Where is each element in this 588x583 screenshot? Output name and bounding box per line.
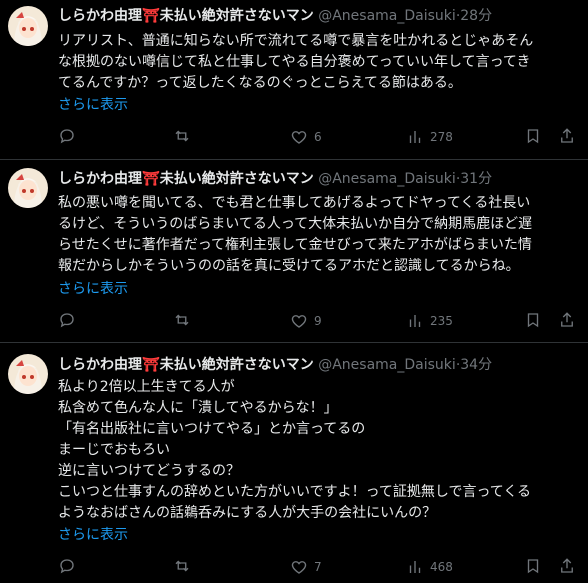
heart-icon bbox=[291, 315, 307, 328]
tweet[interactable]: しらかわ由理⛩未払い絶対許さないマン @Anesama_Daisuki·34分 … bbox=[0, 343, 588, 583]
bookmark-button[interactable] bbox=[524, 311, 542, 329]
tweet-text-line: 私含めて色んな人に「潰してやるからな！」 bbox=[58, 400, 338, 416]
view-count: 278 bbox=[430, 130, 453, 144]
view-count: 468 bbox=[430, 560, 453, 574]
reply-button[interactable] bbox=[58, 127, 82, 145]
share-button[interactable] bbox=[558, 311, 576, 329]
tweet-text-line: な根拠のない噂信じて私と仕事してやる自分褒めてっていい年して言ってき bbox=[58, 54, 531, 70]
heart-icon bbox=[291, 561, 307, 574]
reply-icon bbox=[60, 559, 74, 574]
avatar[interactable] bbox=[8, 6, 48, 46]
tweet-header: しらかわ由理⛩未払い絶対許さないマン @Anesama_Daisuki·28分 bbox=[58, 6, 492, 26]
tweet-header: しらかわ由理⛩未払い絶対許さないマン @Anesama_Daisuki·34分 bbox=[58, 355, 492, 375]
heart-icon bbox=[291, 131, 307, 144]
tweet-text-line: 「有名出版社に言いつけてやる」とか言ってるの bbox=[58, 421, 366, 437]
action-bar: 7 468 bbox=[58, 557, 578, 577]
like-count: 6 bbox=[314, 130, 322, 144]
tweet-text-line: まーじでおもろい bbox=[58, 442, 170, 458]
tweet-text: リアリスト、普通に知らない所で流れてる噂で暴言を吐かれるとじゃあそん な根拠のな… bbox=[58, 31, 578, 94]
tweet-text-line: 私より2倍以上生きてる人が bbox=[58, 379, 235, 395]
avatar[interactable] bbox=[8, 354, 48, 394]
display-name[interactable]: しらかわ由理 bbox=[58, 357, 142, 373]
torii-emoji-icon: ⛩ bbox=[142, 171, 160, 187]
like-count: 7 bbox=[314, 560, 322, 574]
tweet-text: 私より2倍以上生きてる人が 私含めて色んな人に「潰してやるからな！」 「有名出版… bbox=[58, 377, 578, 524]
tweet-text-line: こいつと仕事すんの辞めといた方がいいですよ！って証拠無しで言ってくる bbox=[58, 484, 532, 500]
timeline-feed: しらかわ由理⛩未払い絶対許さないマン @Anesama_Daisuki·28分 … bbox=[0, 0, 588, 583]
retweet-icon bbox=[175, 560, 189, 572]
show-more-link[interactable]: さらに表示 bbox=[58, 525, 128, 545]
analytics-icon bbox=[409, 131, 421, 143]
share-icon bbox=[561, 312, 573, 327]
bookmark-button[interactable] bbox=[524, 127, 542, 145]
handle[interactable]: @Anesama_Daisuki bbox=[318, 357, 456, 373]
tweet-header: しらかわ由理⛩未払い絶対許さないマン @Anesama_Daisuki·31分 bbox=[58, 169, 492, 189]
tweet-text-line: 逆に言いつけてどうするの？ bbox=[58, 463, 240, 479]
views-button[interactable]: 278 bbox=[406, 127, 453, 147]
show-more-link[interactable]: さらに表示 bbox=[58, 95, 128, 115]
retweet-button[interactable] bbox=[173, 311, 197, 329]
reply-icon bbox=[60, 313, 74, 328]
share-button[interactable] bbox=[558, 127, 576, 145]
retweet-button[interactable] bbox=[173, 557, 197, 575]
tweet-text: 私の悪い噂を聞いてる、でも君と仕事してあげるよってドヤってくる社長い るけど、そ… bbox=[58, 193, 578, 277]
reply-icon bbox=[60, 129, 74, 144]
views-button[interactable]: 235 bbox=[406, 311, 453, 331]
avatar-illustration-icon bbox=[8, 6, 48, 46]
bookmark-icon bbox=[527, 129, 539, 144]
retweet-icon bbox=[175, 314, 189, 326]
display-name-suffix[interactable]: 未払い絶対許さないマン bbox=[160, 171, 314, 187]
views-button[interactable]: 468 bbox=[406, 557, 453, 577]
analytics-icon bbox=[409, 561, 421, 573]
tweet[interactable]: しらかわ由理⛩未払い絶対許さないマン @Anesama_Daisuki·28分 … bbox=[0, 0, 588, 160]
tweet-text-line: リアリスト、普通に知らない所で流れてる噂で暴言を吐かれるとじゃあそん bbox=[58, 33, 534, 49]
like-button[interactable]: 7 bbox=[290, 557, 322, 577]
tweet-text-line: るけど、そういうのばらまいてる人って大体未払いか自分で納期馬鹿ほど遅 bbox=[58, 216, 533, 232]
torii-emoji-icon: ⛩ bbox=[142, 8, 160, 24]
tweet[interactable]: しらかわ由理⛩未払い絶対許さないマン @Anesama_Daisuki·31分 … bbox=[0, 160, 588, 343]
display-name-suffix[interactable]: 未払い絶対許さないマン bbox=[160, 357, 314, 373]
share-button[interactable] bbox=[558, 557, 576, 575]
timestamp[interactable]: 28分 bbox=[460, 8, 492, 24]
display-name-suffix[interactable]: 未払い絶対許さないマン bbox=[160, 8, 314, 24]
action-bar: 6 278 bbox=[58, 127, 578, 147]
reply-button[interactable] bbox=[58, 311, 82, 329]
show-more-link[interactable]: さらに表示 bbox=[58, 279, 128, 299]
tweet-text-line: 私の悪い噂を聞いてる、でも君と仕事してあげるよってドヤってくる社長い bbox=[58, 195, 531, 211]
handle[interactable]: @Anesama_Daisuki bbox=[318, 171, 456, 187]
timestamp[interactable]: 34分 bbox=[460, 357, 492, 373]
display-name[interactable]: しらかわ由理 bbox=[58, 171, 142, 187]
torii-emoji-icon: ⛩ bbox=[142, 357, 160, 373]
avatar-illustration-icon bbox=[8, 168, 48, 208]
retweet-icon bbox=[175, 130, 189, 142]
display-name[interactable]: しらかわ由理 bbox=[58, 8, 142, 24]
view-count: 235 bbox=[430, 314, 453, 328]
tweet-text-line: らせたくせに著作者だって権利主張して金せびって来たアホがばらまいた情 bbox=[58, 237, 532, 253]
analytics-icon bbox=[409, 315, 421, 327]
handle[interactable]: @Anesama_Daisuki bbox=[318, 8, 456, 24]
tweet-text-line: ようなおばさんの話鵜呑みにする人が大手の会社にいんの？ bbox=[58, 505, 437, 521]
like-button[interactable]: 6 bbox=[290, 127, 322, 147]
like-count: 9 bbox=[314, 314, 322, 328]
avatar[interactable] bbox=[8, 168, 48, 208]
share-icon bbox=[561, 558, 573, 573]
bookmark-button[interactable] bbox=[524, 557, 542, 575]
retweet-button[interactable] bbox=[173, 127, 197, 145]
tweet-text-line: てるんですか？って返したくなるのぐっとこらえてる節はある。 bbox=[58, 75, 462, 91]
avatar-illustration-icon bbox=[8, 354, 48, 394]
action-bar: 9 235 bbox=[58, 311, 578, 331]
like-button[interactable]: 9 bbox=[290, 311, 322, 331]
timestamp[interactable]: 31分 bbox=[460, 171, 492, 187]
reply-button[interactable] bbox=[58, 557, 82, 575]
bookmark-icon bbox=[527, 313, 539, 328]
bookmark-icon bbox=[527, 559, 539, 574]
tweet-text-line: 報だからしかそういうのの話を真に受けてるアホだと認識してるからね。 bbox=[58, 258, 520, 274]
share-icon bbox=[561, 128, 573, 143]
